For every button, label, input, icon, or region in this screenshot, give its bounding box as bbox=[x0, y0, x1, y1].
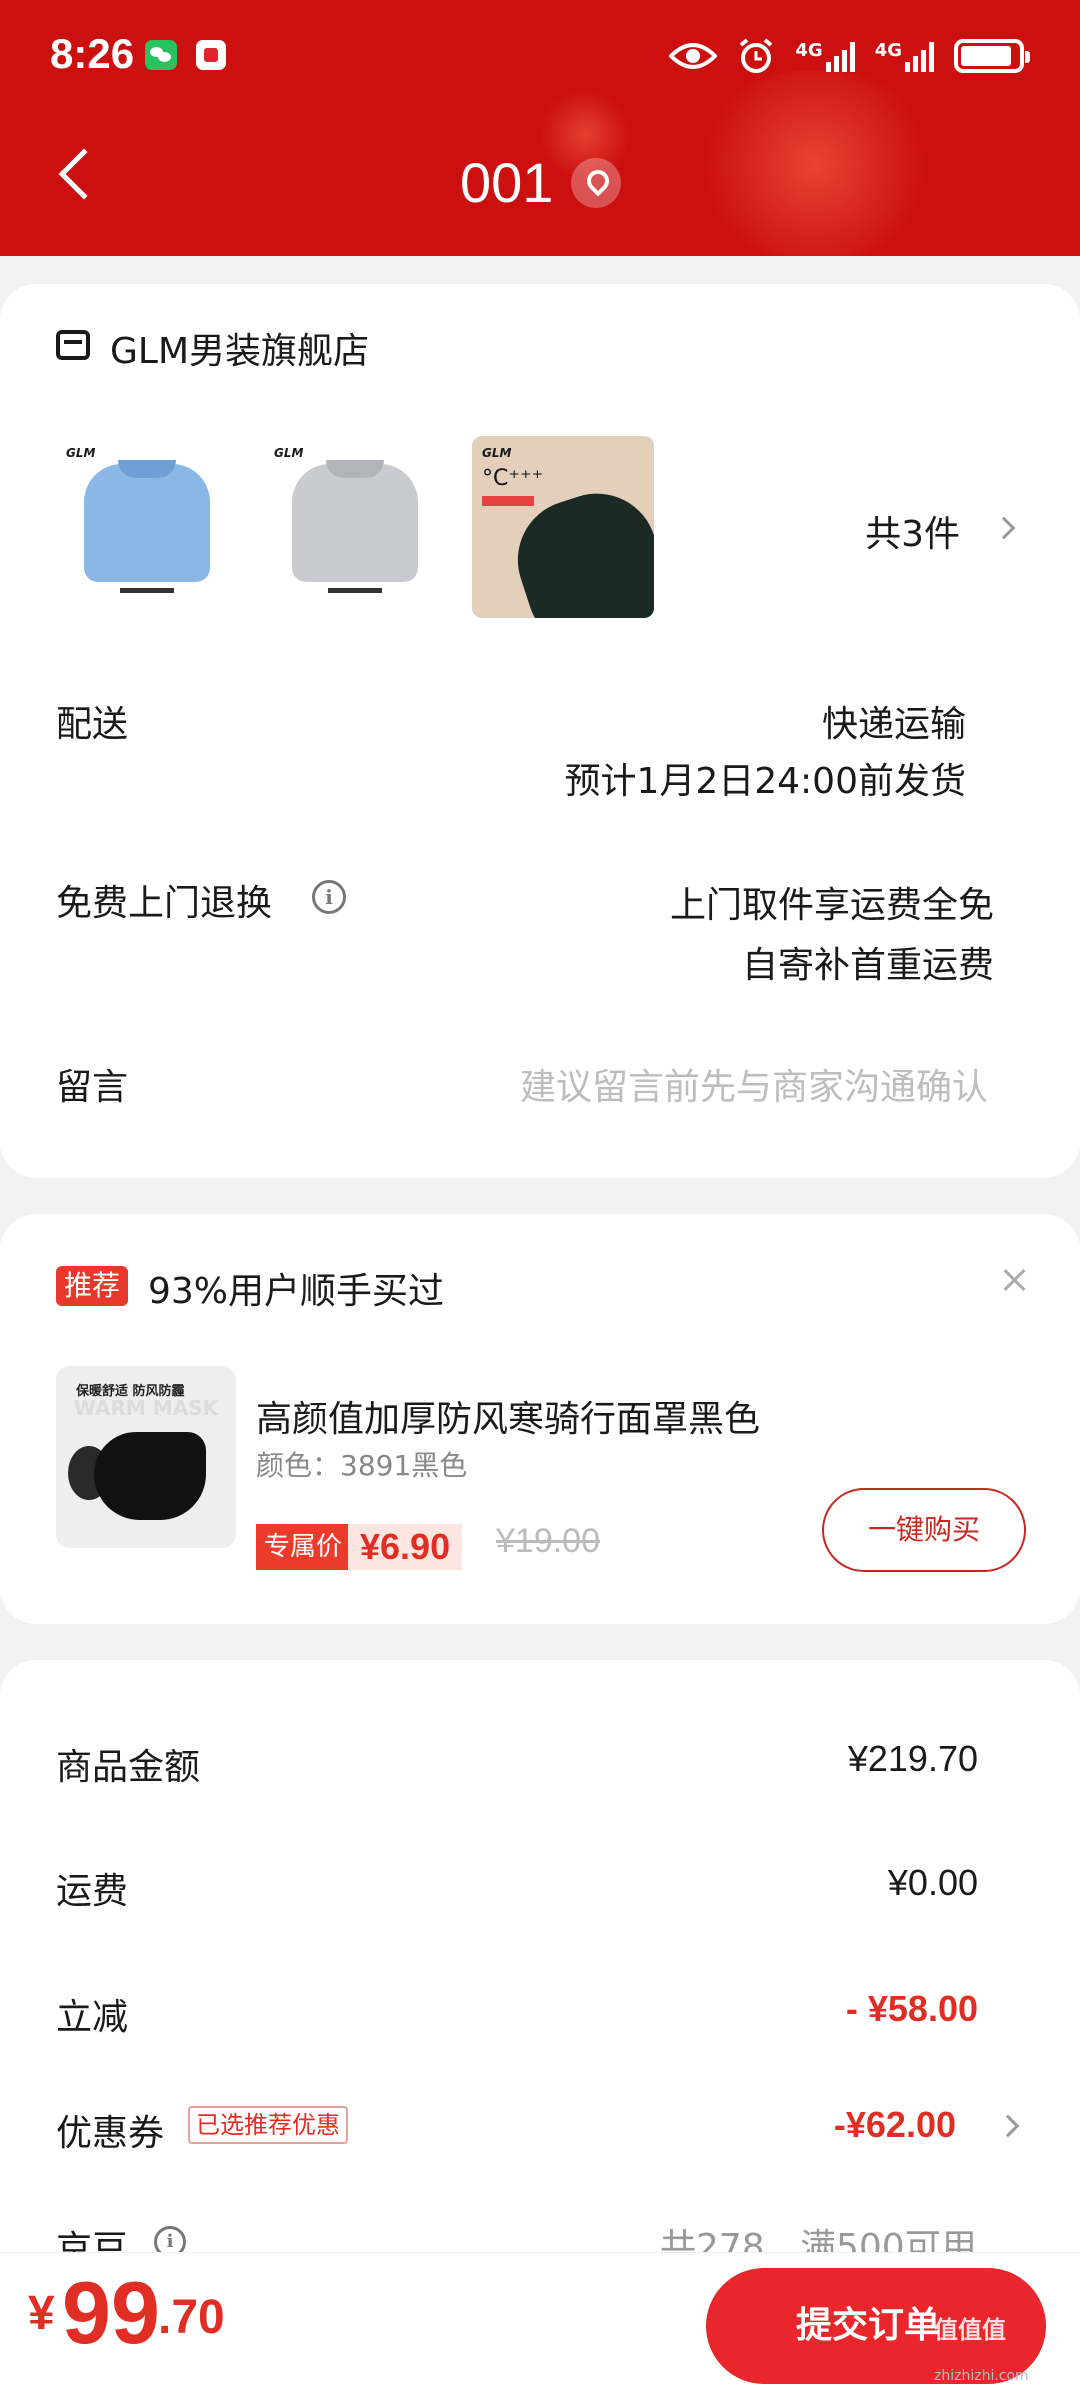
discount-value: - ¥58.00 bbox=[845, 1988, 978, 2029]
total-currency: ¥ bbox=[28, 2287, 55, 2340]
status-icons: 4G 4G bbox=[669, 28, 1030, 84]
delivery-method: 快递运输 bbox=[821, 704, 966, 745]
discount-label: 立减 bbox=[56, 1997, 129, 2038]
delivery-eta: 预计1月2日24:00前发货 bbox=[564, 761, 966, 802]
signal-2: 4G bbox=[875, 40, 934, 72]
recommend-title: 93%用户顺手买过 bbox=[148, 1271, 445, 1312]
store-icon bbox=[56, 330, 90, 360]
thumb-brand: GLM bbox=[482, 446, 512, 460]
returns-label: 免费上门退换 bbox=[56, 883, 273, 924]
total-price-integer: 99 bbox=[62, 2263, 160, 2362]
shipping-value: ¥0.00 bbox=[887, 1862, 978, 1903]
returns-self-ship: 自寄补首重运费 bbox=[741, 945, 994, 986]
shipping-label: 运费 bbox=[56, 1871, 129, 1912]
signal-bars-icon bbox=[825, 40, 855, 72]
page-title[interactable]: 001 bbox=[460, 150, 553, 215]
recommend-product-image[interactable]: 保暖舒适 防风防霾 WARM MASK bbox=[56, 1366, 236, 1548]
store-name[interactable]: GLM男装旗舰店 bbox=[110, 322, 369, 374]
network-type: 4G bbox=[795, 40, 823, 61]
delivery-label: 配送 bbox=[56, 704, 129, 745]
thumb-brand: GLM bbox=[274, 446, 304, 460]
status-time: 8:26 bbox=[50, 30, 135, 77]
recommend-badge: 推荐 bbox=[56, 1266, 129, 1306]
returns-pickup: 上门取件享运费全免 bbox=[669, 885, 994, 926]
one-click-buy-button[interactable]: 一键购买 bbox=[822, 1488, 1026, 1572]
goods-amount-label: 商品金额 bbox=[56, 1747, 201, 1788]
network-type: 4G bbox=[874, 40, 902, 61]
message-label: 留言 bbox=[56, 1067, 129, 1108]
status-bar: 8:26 4G 4G bbox=[0, 0, 1080, 116]
item-count[interactable]: 共3件 bbox=[865, 505, 960, 557]
exclusive-price: ¥6.90 bbox=[348, 1524, 463, 1570]
original-price: ¥19.00 bbox=[496, 1522, 600, 1560]
location-icon[interactable] bbox=[571, 158, 621, 208]
site-watermark-url: zhizhizhi.com bbox=[934, 2368, 1029, 2384]
alarm-icon bbox=[740, 38, 773, 73]
coupon-label[interactable]: 优惠券 bbox=[56, 2104, 164, 2156]
recommend-product-spec: 颜色：3891黑色 bbox=[256, 1449, 468, 1482]
product-thumbnail[interactable]: GLM °C⁺⁺⁺ bbox=[472, 436, 654, 618]
signal-1: 4G bbox=[795, 40, 855, 72]
total-price-decimal: .70 bbox=[158, 2291, 225, 2344]
back-icon[interactable] bbox=[58, 148, 110, 200]
battery-icon bbox=[954, 39, 1030, 73]
exclusive-price-label: 专属价 bbox=[256, 1524, 351, 1570]
wechat-icon bbox=[145, 40, 177, 70]
notification-app-icon bbox=[196, 40, 226, 70]
info-icon[interactable]: i bbox=[312, 880, 346, 914]
close-icon[interactable] bbox=[1000, 1266, 1028, 1294]
thumb-brand: GLM bbox=[66, 446, 96, 460]
product-thumbnail[interactable]: GLM bbox=[56, 436, 238, 618]
thumb-watermark: WARM MASK bbox=[73, 1396, 219, 1420]
goods-amount-value: ¥219.70 bbox=[847, 1738, 978, 1779]
coupon-value[interactable]: -¥62.00 bbox=[834, 2104, 956, 2146]
signal-bars-icon bbox=[905, 40, 934, 72]
product-thumbnail[interactable]: GLM bbox=[264, 436, 446, 618]
recommend-product-name[interactable]: 高颜值加厚防风寒骑行面罩黑色 bbox=[256, 1390, 760, 1442]
header: 8:26 4G 4G 001 bbox=[0, 0, 1080, 256]
thumb-temp: °C⁺⁺⁺ bbox=[482, 466, 544, 491]
coupon-badge: 已选推荐优惠 bbox=[188, 2106, 348, 2144]
message-input[interactable]: 建议留言前先与商家沟通确认 bbox=[520, 1058, 988, 1110]
eye-icon bbox=[669, 43, 718, 69]
site-watermark: 值值值 bbox=[934, 2316, 1006, 2344]
